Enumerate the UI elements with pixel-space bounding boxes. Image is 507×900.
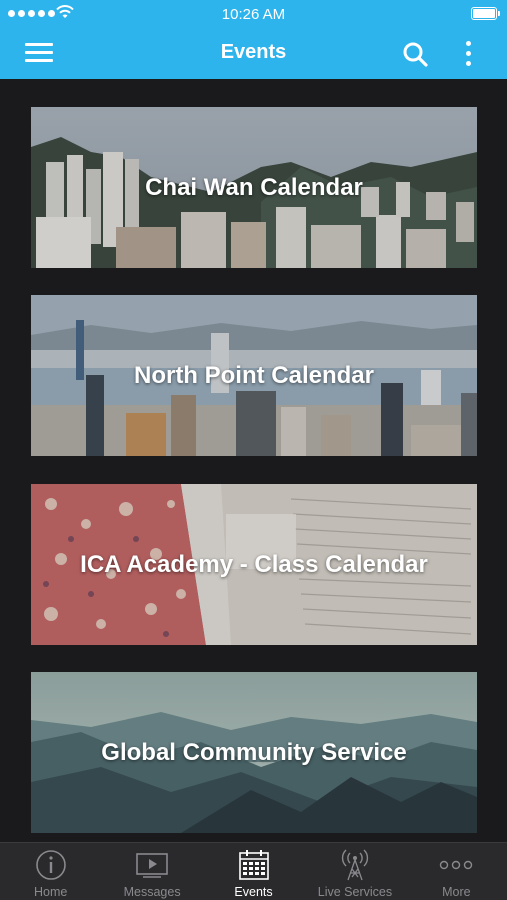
event-card-ica-academy[interactable]: ICA Academy - Class Calendar bbox=[31, 484, 477, 645]
broadcast-tower-icon bbox=[341, 849, 368, 881]
page-title: Events bbox=[220, 41, 287, 63]
status-bar: 10:26 AM bbox=[0, 0, 507, 28]
tab-label: Events bbox=[234, 885, 273, 899]
event-card-chai-wan[interactable]: Chai Wan Calendar bbox=[31, 107, 477, 268]
event-title: North Point Calendar bbox=[133, 361, 374, 389]
search-icon[interactable] bbox=[402, 41, 428, 67]
hamburger-menu-icon[interactable] bbox=[25, 41, 53, 63]
bottom-tab-bar: Home Messages Events Live Services More bbox=[0, 842, 507, 900]
status-time: 10:26 AM bbox=[221, 6, 286, 23]
tab-live-services[interactable]: Live Services bbox=[304, 843, 405, 900]
more-vertical-icon[interactable] bbox=[460, 40, 476, 68]
events-list: Chai Wan Calendar North Point Calendar I… bbox=[0, 79, 507, 842]
app-header-bar: 10:26 AM Events bbox=[0, 0, 507, 79]
tab-events[interactable]: Events bbox=[203, 843, 304, 900]
tab-label: Messages bbox=[123, 885, 181, 899]
event-card-global-community-service[interactable]: Global Community Service bbox=[31, 672, 477, 833]
video-play-icon bbox=[136, 853, 168, 878]
navigation-header: Events bbox=[0, 28, 507, 79]
calendar-icon bbox=[238, 850, 269, 880]
event-title: ICA Academy - Class Calendar bbox=[80, 550, 428, 578]
tab-label: More bbox=[442, 885, 471, 899]
tab-home[interactable]: Home bbox=[0, 843, 101, 900]
event-title: Chai Wan Calendar bbox=[145, 173, 363, 201]
tab-more[interactable]: More bbox=[406, 843, 507, 900]
event-title: Global Community Service bbox=[101, 738, 407, 766]
more-horizontal-icon bbox=[440, 860, 473, 870]
battery-icon bbox=[471, 7, 500, 20]
tab-label: Home bbox=[34, 885, 68, 899]
tab-label: Live Services bbox=[317, 885, 393, 899]
info-circle-icon bbox=[35, 850, 66, 880]
event-card-north-point[interactable]: North Point Calendar bbox=[31, 295, 477, 456]
tab-messages[interactable]: Messages bbox=[101, 843, 202, 900]
